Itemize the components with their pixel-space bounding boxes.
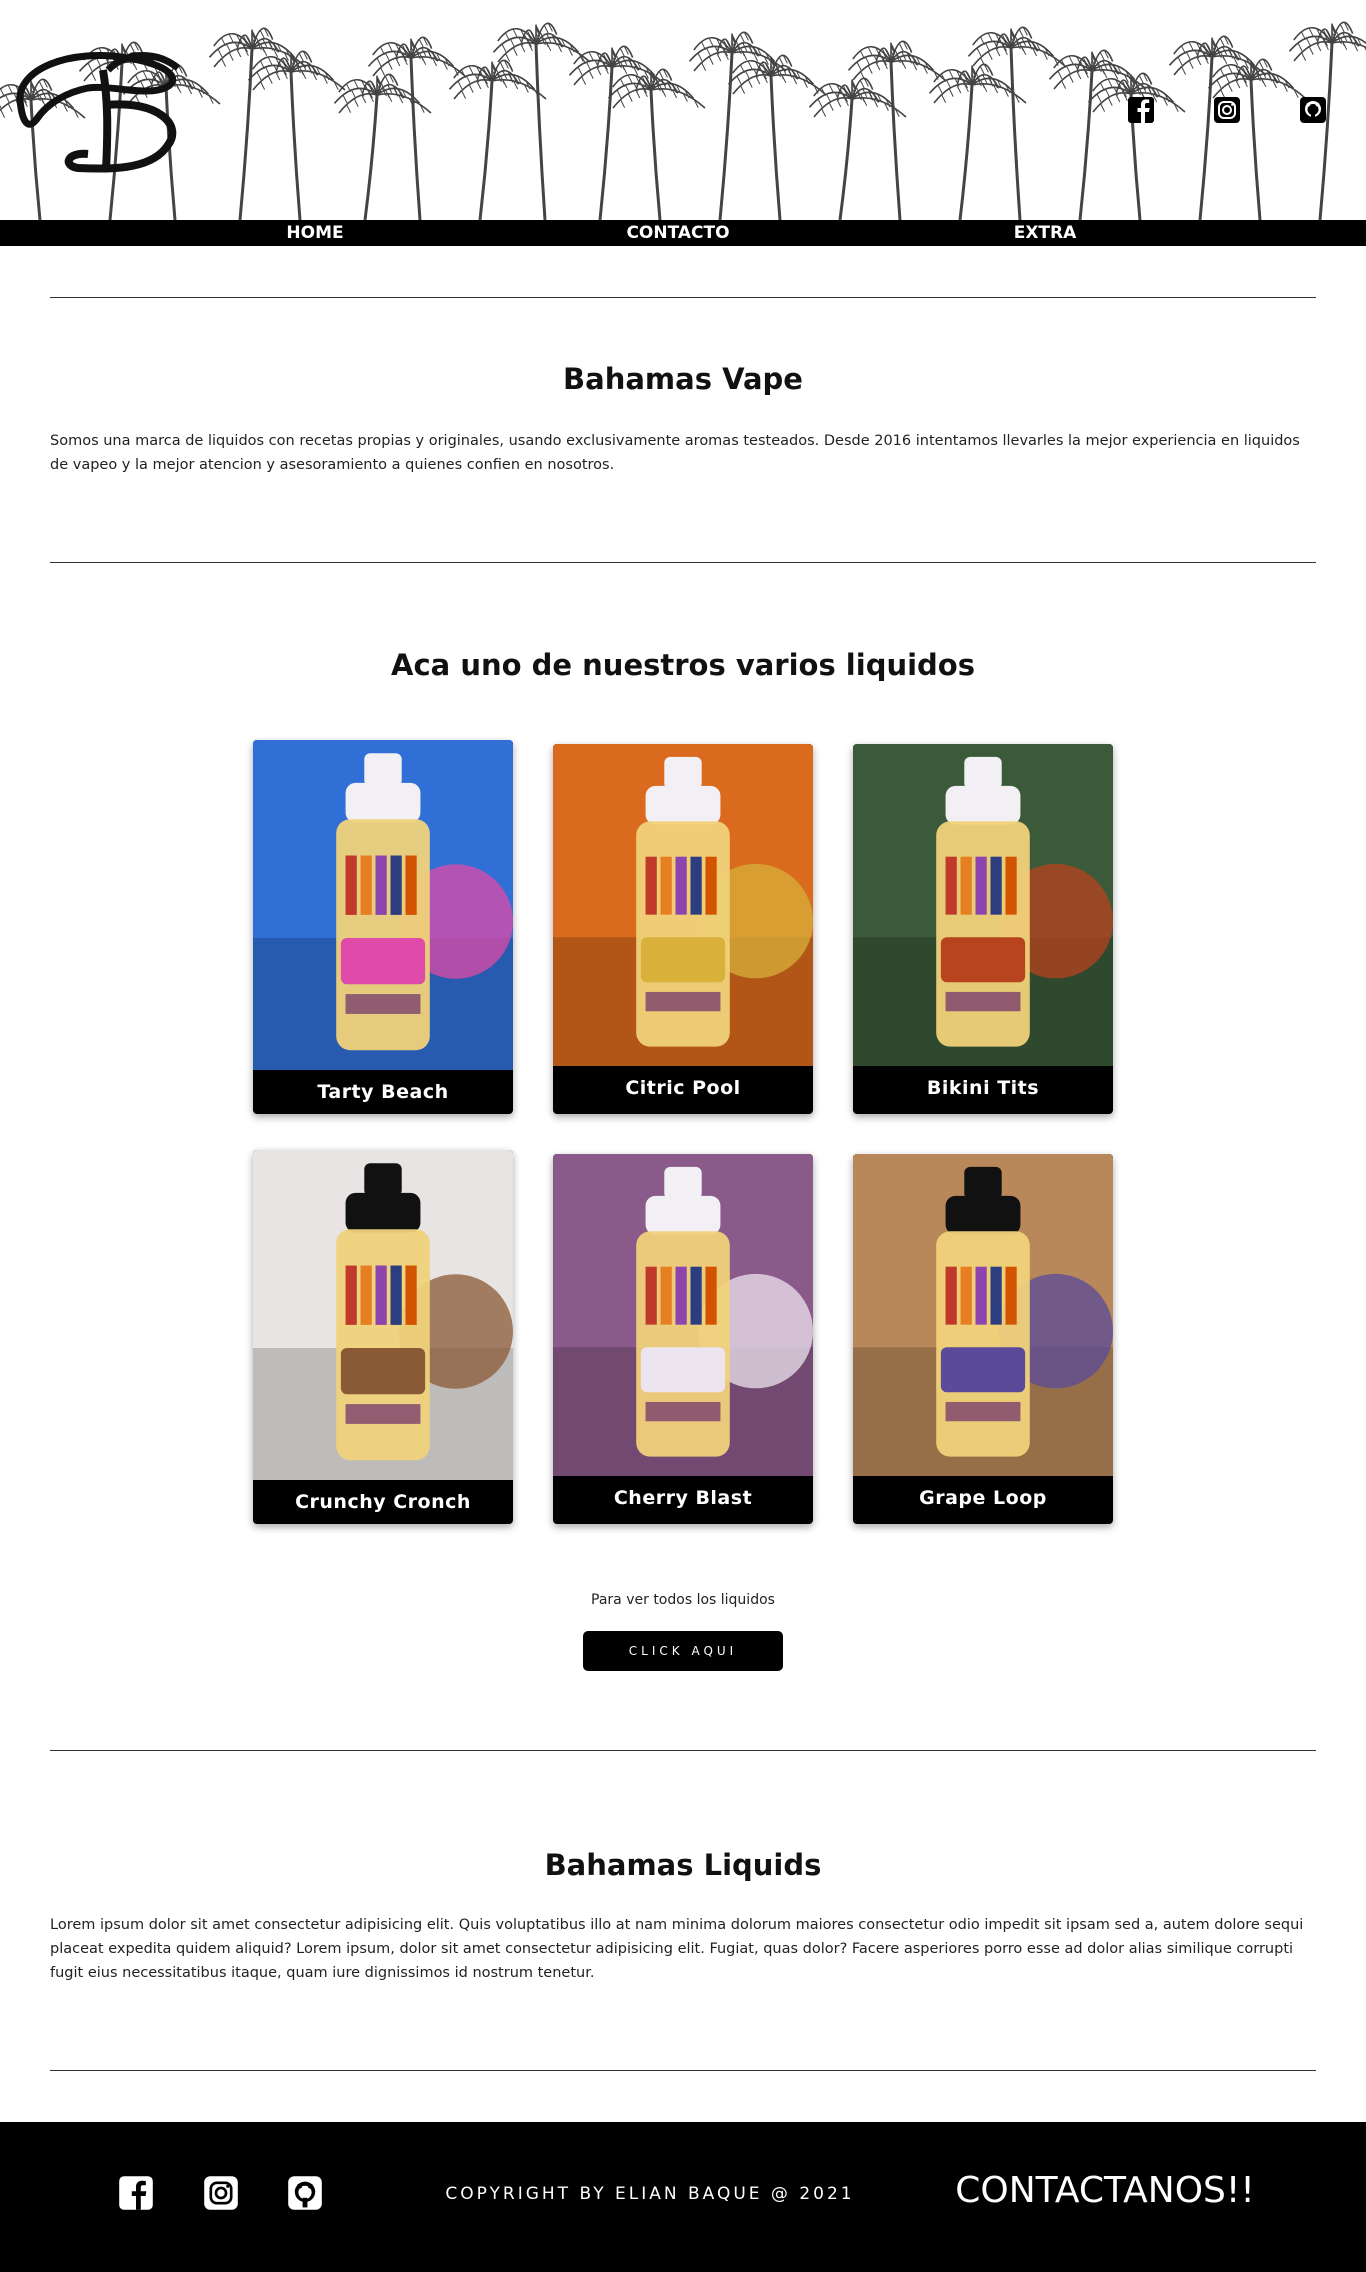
product-card[interactable]: Citric Pool: [553, 744, 813, 1114]
product-name: Crunchy Cronch: [295, 1491, 471, 1513]
contact-link[interactable]: CONTACTANOS!!: [900, 2170, 1310, 2211]
product-photo: [853, 744, 1113, 1066]
nav-extra[interactable]: EXTRA: [965, 222, 1125, 244]
liquids-text: Lorem ipsum dolor sit amet consectetur a…: [50, 1917, 1304, 1981]
instagram-icon[interactable]: [1212, 95, 1242, 125]
main-nav: HOME CONTACTO EXTRA: [0, 220, 1366, 246]
product-photo: [553, 1154, 813, 1476]
product-name: Cherry Blast: [613, 1487, 753, 1509]
facebook-icon[interactable]: [1126, 95, 1156, 125]
about-text: Somos una marca de liquidos con recetas …: [50, 433, 1300, 473]
divider: [50, 2070, 1316, 2071]
instagram-icon[interactable]: [203, 2175, 239, 2211]
github-icon[interactable]: [287, 2175, 323, 2211]
product-card[interactable]: Cherry Blast: [553, 1154, 813, 1524]
divider: [50, 562, 1316, 563]
github-icon[interactable]: [1298, 95, 1328, 125]
facebook-icon[interactable]: [118, 2175, 154, 2211]
product-card[interactable]: Tarty Beach: [253, 740, 513, 1114]
products-title: Aca uno de nuestros varios liquidos: [391, 648, 975, 682]
about-title: Bahamas Vape: [563, 362, 803, 396]
product-name: Bikini Tits: [926, 1077, 1040, 1099]
footer: COPYRIGHT BY ELIAN BAQUE @ 2021 CONTACTA…: [0, 2122, 1366, 2272]
product-photo: [253, 1150, 513, 1480]
cta-text: Para ver todos los liquidos: [591, 1592, 775, 1608]
product-photo: [853, 1154, 1113, 1476]
header: [0, 0, 1366, 220]
nav-contacto[interactable]: CONTACTO: [598, 222, 758, 244]
view-all-button[interactable]: CLICK AQUI: [583, 1631, 783, 1671]
product-name: Grape Loop: [919, 1487, 1047, 1509]
product-name: Tarty Beach: [317, 1081, 449, 1103]
nav-home[interactable]: HOME: [235, 222, 395, 244]
product-card[interactable]: Grape Loop: [853, 1154, 1113, 1524]
product-card[interactable]: Crunchy Cronch: [253, 1150, 513, 1524]
product-card[interactable]: Bikini Tits: [853, 744, 1113, 1114]
product-name: Citric Pool: [625, 1077, 741, 1099]
liquids-title: Bahamas Liquids: [544, 1848, 822, 1882]
copyright-text: COPYRIGHT BY ELIAN BAQUE @ 2021: [445, 2184, 855, 2204]
product-photo: [253, 740, 513, 1070]
divider: [50, 1750, 1316, 1751]
product-photo: [553, 744, 813, 1066]
palm-tree-banner: [0, 21, 1366, 220]
bahamas-logo[interactable]: [8, 30, 188, 178]
divider: [50, 297, 1316, 298]
